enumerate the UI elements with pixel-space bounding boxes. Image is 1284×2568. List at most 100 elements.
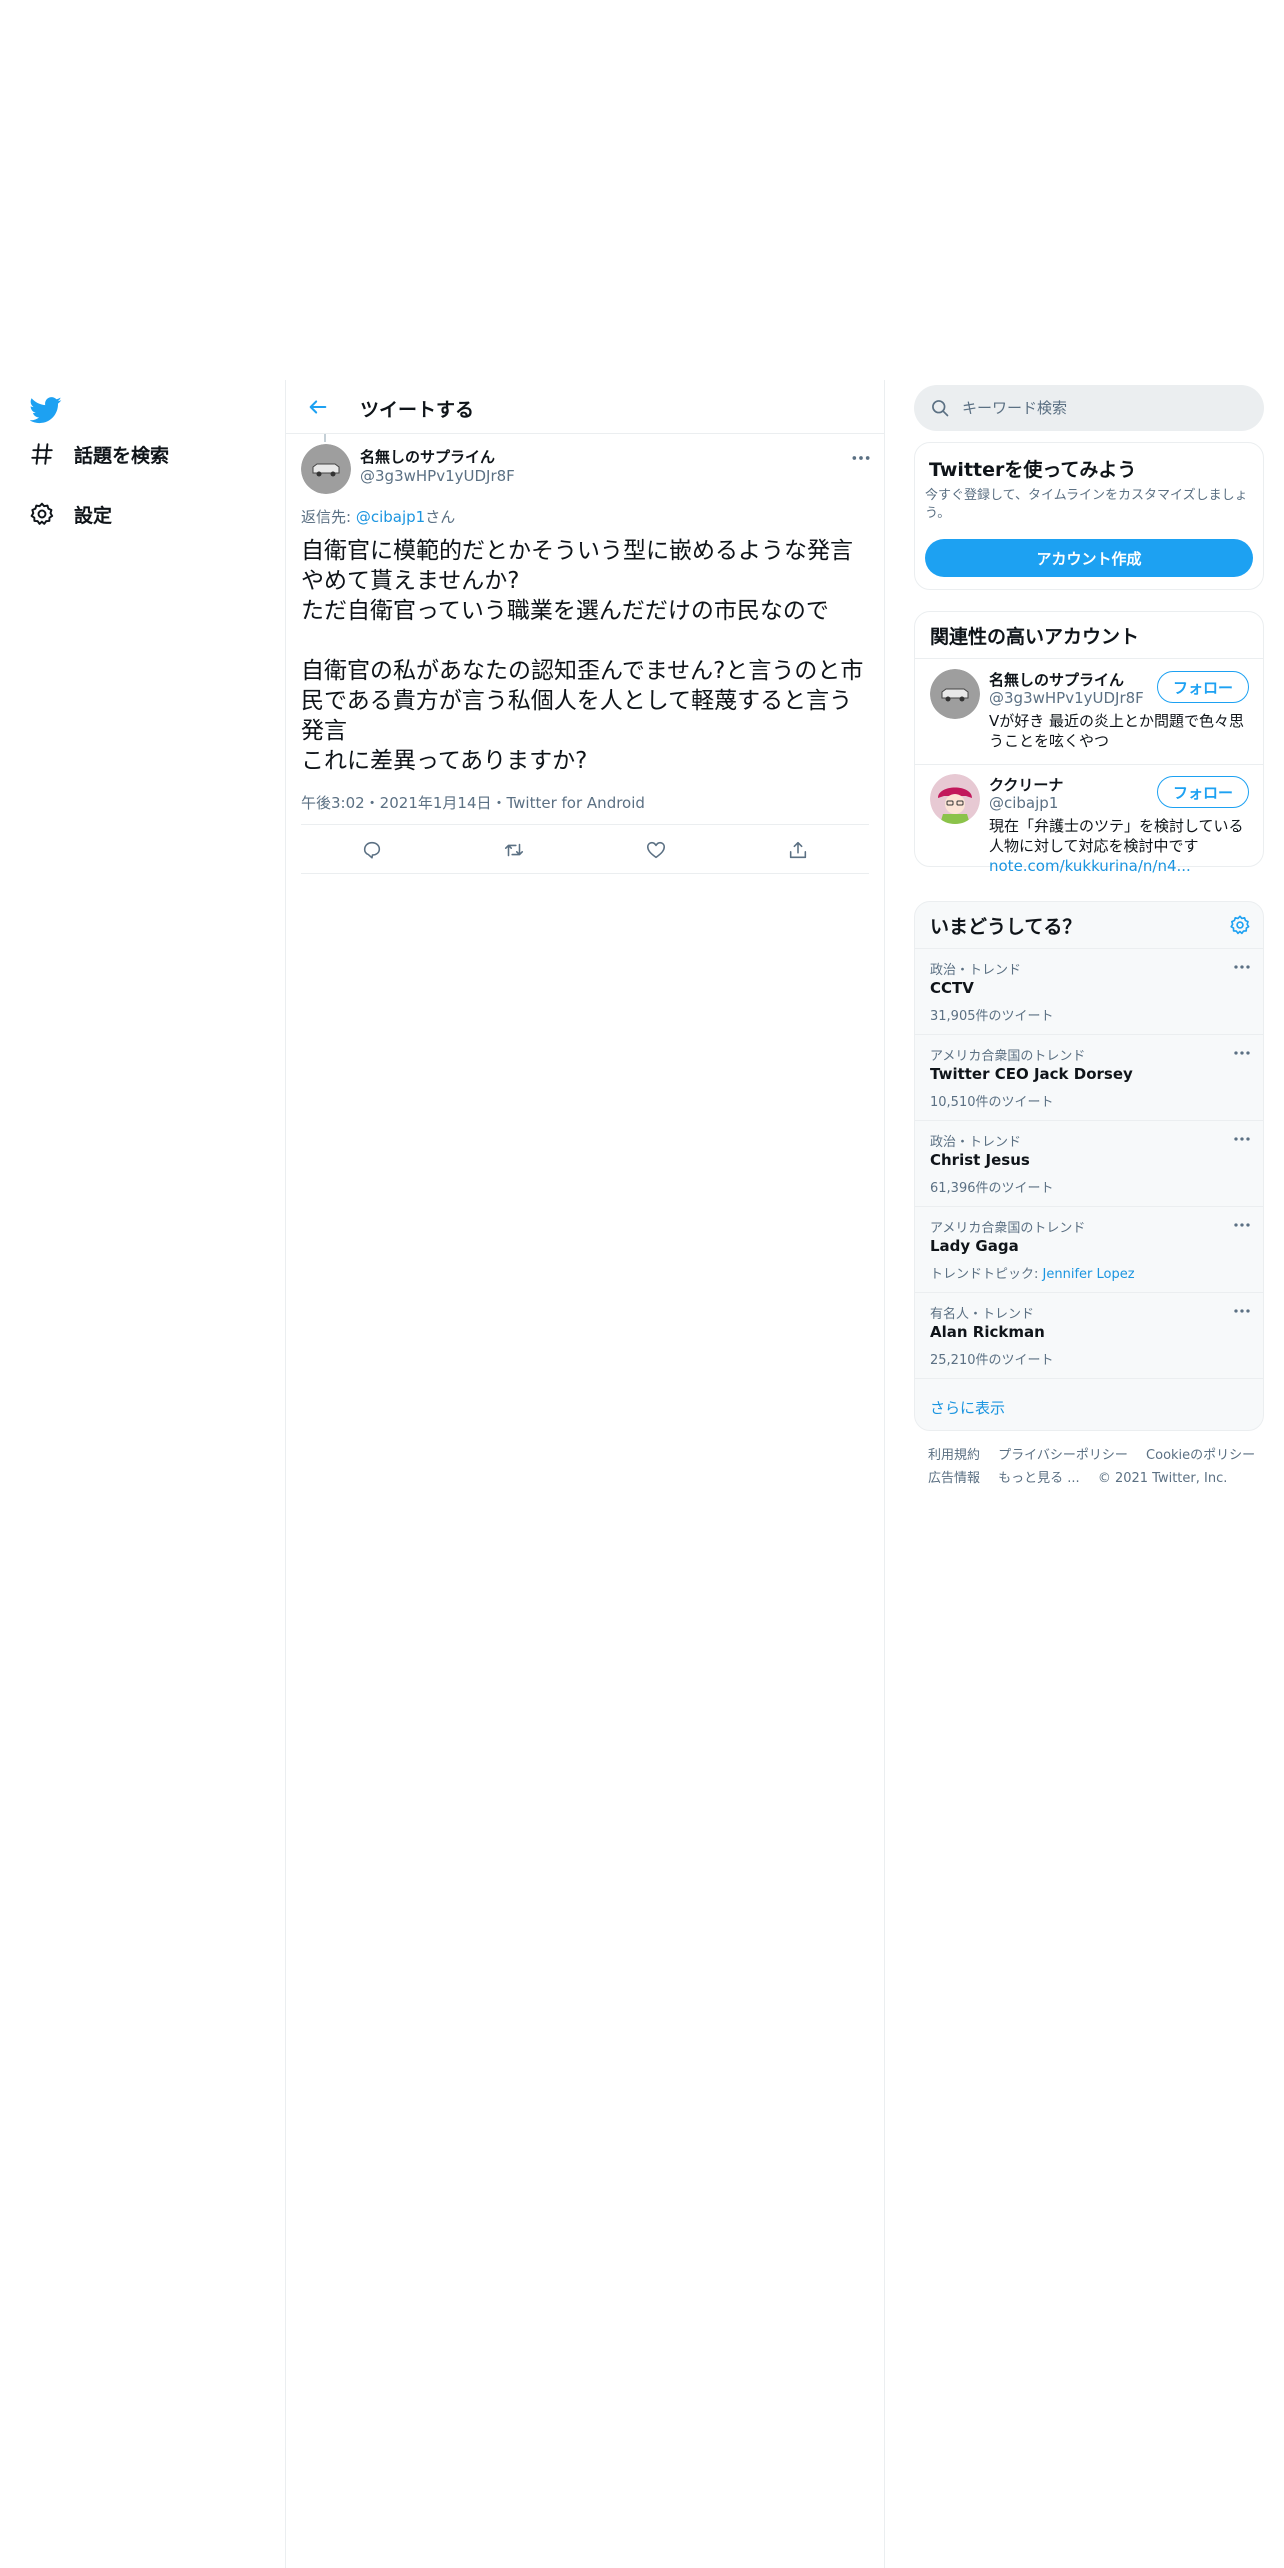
create-account-button[interactable]: アカウント作成 <box>925 539 1253 577</box>
signup-description: 今すぐ登録して、タイムラインをカスタマイズしましょう。 <box>925 488 1248 521</box>
trend-name: Alan Rickman <box>930 1323 1045 1341</box>
more-dots-icon <box>1234 1309 1250 1313</box>
arrow-left-icon <box>309 400 327 414</box>
reply-user-link[interactable]: @cibajp1 <box>356 508 425 526</box>
author-name[interactable]: 名無しのサプライん <box>360 446 495 467</box>
bio-link[interactable]: note.com/kukkurina/n/n4... <box>989 857 1191 875</box>
trends-card: いまどうしてる？ 政治・トレンド CCTV 31,905件のツイート アメリカ合… <box>914 901 1264 1431</box>
trend-item[interactable]: 有名人・トレンド Alan Rickman 25,210件のツイート <box>915 1292 1263 1378</box>
account-handle: @cibajp1 <box>989 794 1059 812</box>
tweet-text: 自衛官に模範的だとかそういう型に嵌めるような発言やめて貰えませんか? ただ自衛官… <box>301 538 864 774</box>
trend-topic-prefix: トレンドトピック: <box>930 1267 1043 1282</box>
avatar[interactable] <box>301 444 351 494</box>
more-dots-icon <box>1234 1223 1250 1227</box>
more-options-button[interactable] <box>1227 1301 1257 1321</box>
gear-icon <box>1230 915 1250 935</box>
author-handle[interactable]: @3g3wHPv1yUDJr8F <box>360 467 515 485</box>
account-item[interactable]: 名無しのサプライん @3g3wHPv1yUDJr8F フォロー Vが好き 最近の… <box>915 659 1263 763</box>
nav-item-label: 話題を検索 <box>74 444 170 467</box>
trend-item[interactable]: 政治・トレンド CCTV 31,905件のツイート <box>915 948 1263 1034</box>
avatar[interactable] <box>930 669 980 719</box>
footer-ads-link[interactable]: 広告情報 <box>928 1471 980 1486</box>
reply-suffix: さん <box>425 508 456 526</box>
account-bio: 現在「弁護士のツテ」を検討している人物に対して対応を検討中です note.com/… <box>989 816 1251 876</box>
trend-item[interactable]: 政治・トレンド Christ Jesus 61,396件のツイート <box>915 1120 1263 1206</box>
more-options-button[interactable] <box>1227 957 1257 977</box>
trend-item[interactable]: アメリカ合衆国のトレンド Twitter CEO Jack Dorsey 10,… <box>915 1034 1263 1120</box>
retweet-icon <box>504 843 524 857</box>
trend-category: アメリカ合衆国のトレンド <box>930 1049 1086 1064</box>
trend-item[interactable]: アメリカ合衆国のトレンド Lady Gaga トレンドトピック: Jennife… <box>915 1206 1263 1292</box>
retweet-button[interactable] <box>501 837 527 863</box>
column-divider <box>884 380 885 2568</box>
reply-button[interactable] <box>359 837 385 863</box>
search-icon <box>932 400 949 417</box>
tweet-meta[interactable]: 午後3:02・2021年1月14日・Twitter for Android <box>301 792 645 813</box>
related-accounts-card: 関連性の高いアカウント 名無しのサプライん @3g3wHPv1yUDJr8F フ… <box>914 611 1264 875</box>
footer-row: 利用規約 プライバシーポリシー Cookieのポリシー <box>914 1444 1264 1467</box>
footer-more-link[interactable]: もっと見る ... <box>998 1471 1080 1486</box>
account-bio-text: 現在「弁護士のツテ」を検討している人物に対して対応を検討中です <box>989 817 1244 855</box>
account-bio: Vが好き 最近の炎上とか問題で色々思うことを呟くやつ <box>989 712 1245 750</box>
nav-item-label: 設定 <box>74 504 113 527</box>
search-input[interactable] <box>962 385 1252 431</box>
trend-category: 政治・トレンド <box>930 963 1022 978</box>
trend-count: 31,905件のツイート <box>930 1009 1054 1024</box>
trend-category: アメリカ合衆国のトレンド <box>930 1221 1086 1236</box>
nav-item-explore[interactable]: 話題を検索 <box>28 434 169 474</box>
more-dots-icon <box>1234 1051 1250 1055</box>
nav-item-settings[interactable]: 設定 <box>28 494 112 534</box>
trends-title: いまどうしてる？ <box>930 916 1082 938</box>
trend-category: 政治・トレンド <box>930 1135 1022 1150</box>
trend-topic: トレンドトピック: Jennifer Lopez <box>930 1263 1135 1282</box>
more-options-button[interactable] <box>1227 1215 1257 1235</box>
gear-icon <box>28 500 56 528</box>
account-handle: @3g3wHPv1yUDJr8F <box>989 689 1144 707</box>
follow-button[interactable]: フォロー <box>1157 776 1249 808</box>
footer-cookie-link[interactable]: Cookieのポリシー <box>1146 1448 1255 1463</box>
footer-row: 広告情報 もっと見る ... © 2021 Twitter, Inc. <box>914 1467 1264 1490</box>
related-title: 関連性の高いアカウント <box>930 626 1140 648</box>
more-options-button[interactable] <box>1227 1043 1257 1063</box>
more-options-button[interactable] <box>1227 1129 1257 1149</box>
search-box[interactable] <box>914 385 1264 431</box>
page-header: ツイートする <box>286 380 884 434</box>
trend-category: 有名人・トレンド <box>930 1307 1035 1322</box>
trend-topic-link[interactable]: Jennifer Lopez <box>1043 1267 1135 1282</box>
more-dots-icon <box>1234 965 1250 969</box>
account-item[interactable]: ククリーナ @cibajp1 フォロー 現在「弁護士のツテ」を検討している人物に… <box>915 764 1263 875</box>
trend-name: CCTV <box>930 979 974 997</box>
tweet-actions <box>301 824 869 874</box>
divider <box>915 1378 1263 1379</box>
page-title: ツイートする <box>360 399 475 421</box>
like-button[interactable] <box>643 837 669 863</box>
back-button[interactable] <box>300 389 336 425</box>
signup-card: Twitterを使ってみよう 今すぐ登録して、タイムラインをカスタマイズしましょ… <box>914 442 1264 590</box>
avatar[interactable] <box>930 774 980 824</box>
reply-to: 返信先: @cibajp1さん <box>301 506 455 527</box>
more-dots-icon <box>1234 1137 1250 1141</box>
twitter-logo-icon[interactable] <box>29 394 62 426</box>
reply-icon <box>363 841 381 859</box>
footer-privacy-link[interactable]: プライバシーポリシー <box>998 1448 1128 1463</box>
reply-prefix: 返信先: <box>301 508 356 526</box>
footer-copyright: © 2021 Twitter, Inc. <box>1097 1471 1228 1486</box>
footer-terms-link[interactable]: 利用規約 <box>928 1448 980 1463</box>
column-divider <box>285 380 286 2568</box>
heart-icon <box>646 841 666 859</box>
follow-button[interactable]: フォロー <box>1157 671 1249 703</box>
hashtag-icon <box>28 440 56 468</box>
share-button[interactable] <box>785 837 811 863</box>
trends-settings-button[interactable] <box>1229 914 1251 936</box>
trend-count: 61,396件のツイート <box>930 1181 1054 1196</box>
trend-count: 25,210件のツイート <box>930 1353 1054 1368</box>
trend-name: Lady Gaga <box>930 1237 1019 1255</box>
more-dots-icon <box>852 456 870 460</box>
footer: 利用規約 プライバシーポリシー Cookieのポリシー 広告情報 もっと見る .… <box>914 1444 1264 1490</box>
more-options-button[interactable] <box>846 448 876 468</box>
trend-name: Twitter CEO Jack Dorsey <box>930 1065 1133 1083</box>
show-more-link[interactable]: さらに表示 <box>930 1397 1005 1418</box>
signup-title: Twitterを使ってみよう <box>929 459 1137 481</box>
share-icon <box>789 841 807 859</box>
thread-line <box>324 434 326 442</box>
